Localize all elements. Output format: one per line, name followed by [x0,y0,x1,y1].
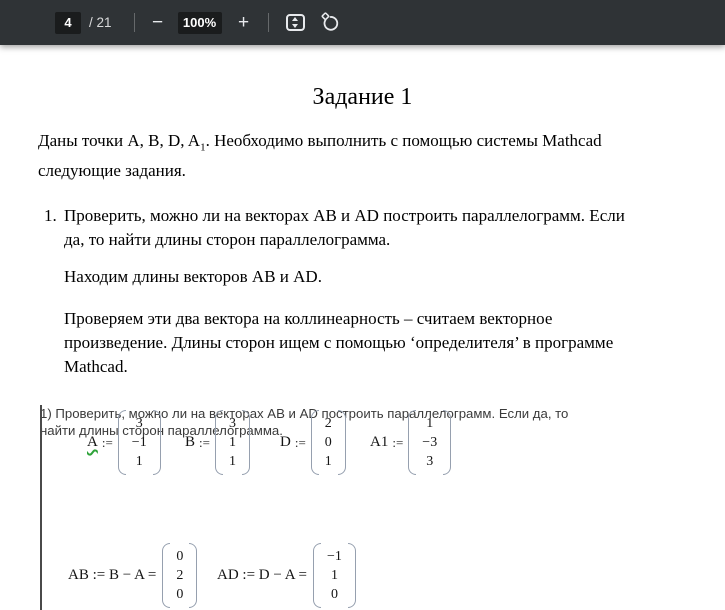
matrix: 3 −1 1 [117,410,161,475]
matrix-paren-right [189,543,198,608]
numbered-list-item: 1. Проверить, можно ли на векторах AB и … [0,204,725,252]
matrix-value: 0 [330,587,338,602]
matrix-values: 1 −3 3 [416,410,443,475]
matrix-paren-left [312,543,321,608]
matrix-paren-right [241,410,250,475]
assign-operator: := [392,434,404,450]
matrix-paren-left [310,410,319,475]
calc-expression: AB := B − A = [68,567,157,583]
pdf-page: Задание 1 Даны точки A, B, D, A1. Необхо… [0,82,725,610]
matrix-paren-left [214,410,223,475]
matrix-paren-left [162,543,171,608]
zoom-in-button[interactable]: + [235,11,253,35]
matrix: 3 1 1 [214,410,250,475]
matrix: 2 0 1 [310,410,346,475]
assign-operator: := [101,434,113,450]
check-line-1: Проверяем эти два вектора на коллинеарно… [64,309,553,329]
page-title: Задание 1 [312,84,413,110]
calc-AB: AB := B − A = 0 2 0 [68,543,198,608]
matrix-value: 3 [228,416,236,431]
zoom-level-badge: 100% [177,11,222,34]
matrix-value: 0 [176,587,184,602]
page-total-label: / 21 [89,15,112,30]
variable-name: B [185,434,196,450]
matrix-value: −1 [326,549,342,564]
page-number-input[interactable] [55,11,81,34]
matrix-values: 3 −1 1 [126,410,153,475]
check-line-2: произведение. Длины сторон ищем с помощь… [64,333,614,353]
intro-line-2: следующие задания. [38,161,186,181]
matrix-value: 2 [176,568,184,583]
matrix-value: 0 [176,549,184,564]
matrix-value: 1 [228,435,236,450]
matrix-values: 3 1 1 [223,410,242,475]
zoom-out-button[interactable]: − [149,11,167,35]
item-line-2: да, то найти длины сторон параллелограмм… [64,230,391,250]
matrix: 1 −3 3 [408,410,452,475]
matrix-value: 1 [228,454,236,469]
matrix-value: 2 [324,416,332,431]
plus-icon: + [237,11,250,33]
rotate-counterclockwise-button[interactable] [320,12,341,33]
collinearity-paragraph: Проверяем эти два вектора на коллинеарно… [0,307,725,379]
definition-D: D := 2 0 1 [280,410,346,475]
calc-AD: AD := D − A = −1 1 0 [217,543,356,608]
pdf-toolbar: / 21 − 100% + [0,0,725,45]
variable-name: A [87,434,98,450]
matrix-value: −3 [422,435,438,450]
matrix-values: 2 0 1 [319,410,338,475]
mathcad-screenshot: A := 3 −1 1 B := 3 1 1 D := 2 0 1 A1 := 1 −3 3 1… [40,405,700,610]
definition-B: B := 3 1 1 [185,410,250,475]
matrix-paren-left [408,410,417,475]
check-line-3: Mathcad. [64,357,128,377]
assign-operator: := [294,434,306,450]
matrix-paren-right [337,410,346,475]
fit-to-page-icon [285,14,305,31]
matrix-paren-right [152,410,161,475]
matrix-value: 1 [426,416,434,431]
toolbar-separator [133,13,135,32]
matrix-value: 3 [426,454,434,469]
item-line-1: Проверить, можно ли на векторах AB и AD … [64,206,625,226]
list-number: 1. [44,206,57,226]
matrix-value: 1 [324,454,332,469]
matrix-values: −1 1 0 [321,543,348,608]
mathcad-region-border [40,405,42,610]
matrix: 0 2 0 [162,543,198,608]
matrix-values: 0 2 0 [170,543,189,608]
minus-icon: − [151,11,164,33]
variable-name: A1 [370,434,389,450]
definition-A1: A1 := 1 −3 3 [370,410,452,475]
matrix-value: 1 [330,568,338,583]
variable-name: D [280,434,291,450]
definition-A: A := 3 −1 1 [87,410,161,475]
matrix-value: 3 [135,416,143,431]
calc-expression: AD := D − A = [217,567,307,583]
matrix-paren-right [443,410,452,475]
toolbar-separator [267,13,269,32]
matrix-paren-left [117,410,126,475]
matrix: −1 1 0 [312,543,356,608]
rotate-counterclockwise-icon [320,12,341,33]
matrix-paren-right [347,543,356,608]
intro-line-1: Даны точки A, B, D, A1. Необходимо выпол… [38,131,602,154]
matrix-value: 1 [135,454,143,469]
assign-operator: := [199,434,210,450]
matrix-value: 0 [324,435,332,450]
matrix-value: −1 [131,435,147,450]
find-lengths-paragraph: Находим длины векторов AB и AD. [64,267,322,287]
intro-paragraph: Даны точки A, B, D, A1. Необходимо выпол… [0,129,725,183]
fit-to-page-button[interactable] [285,14,305,31]
